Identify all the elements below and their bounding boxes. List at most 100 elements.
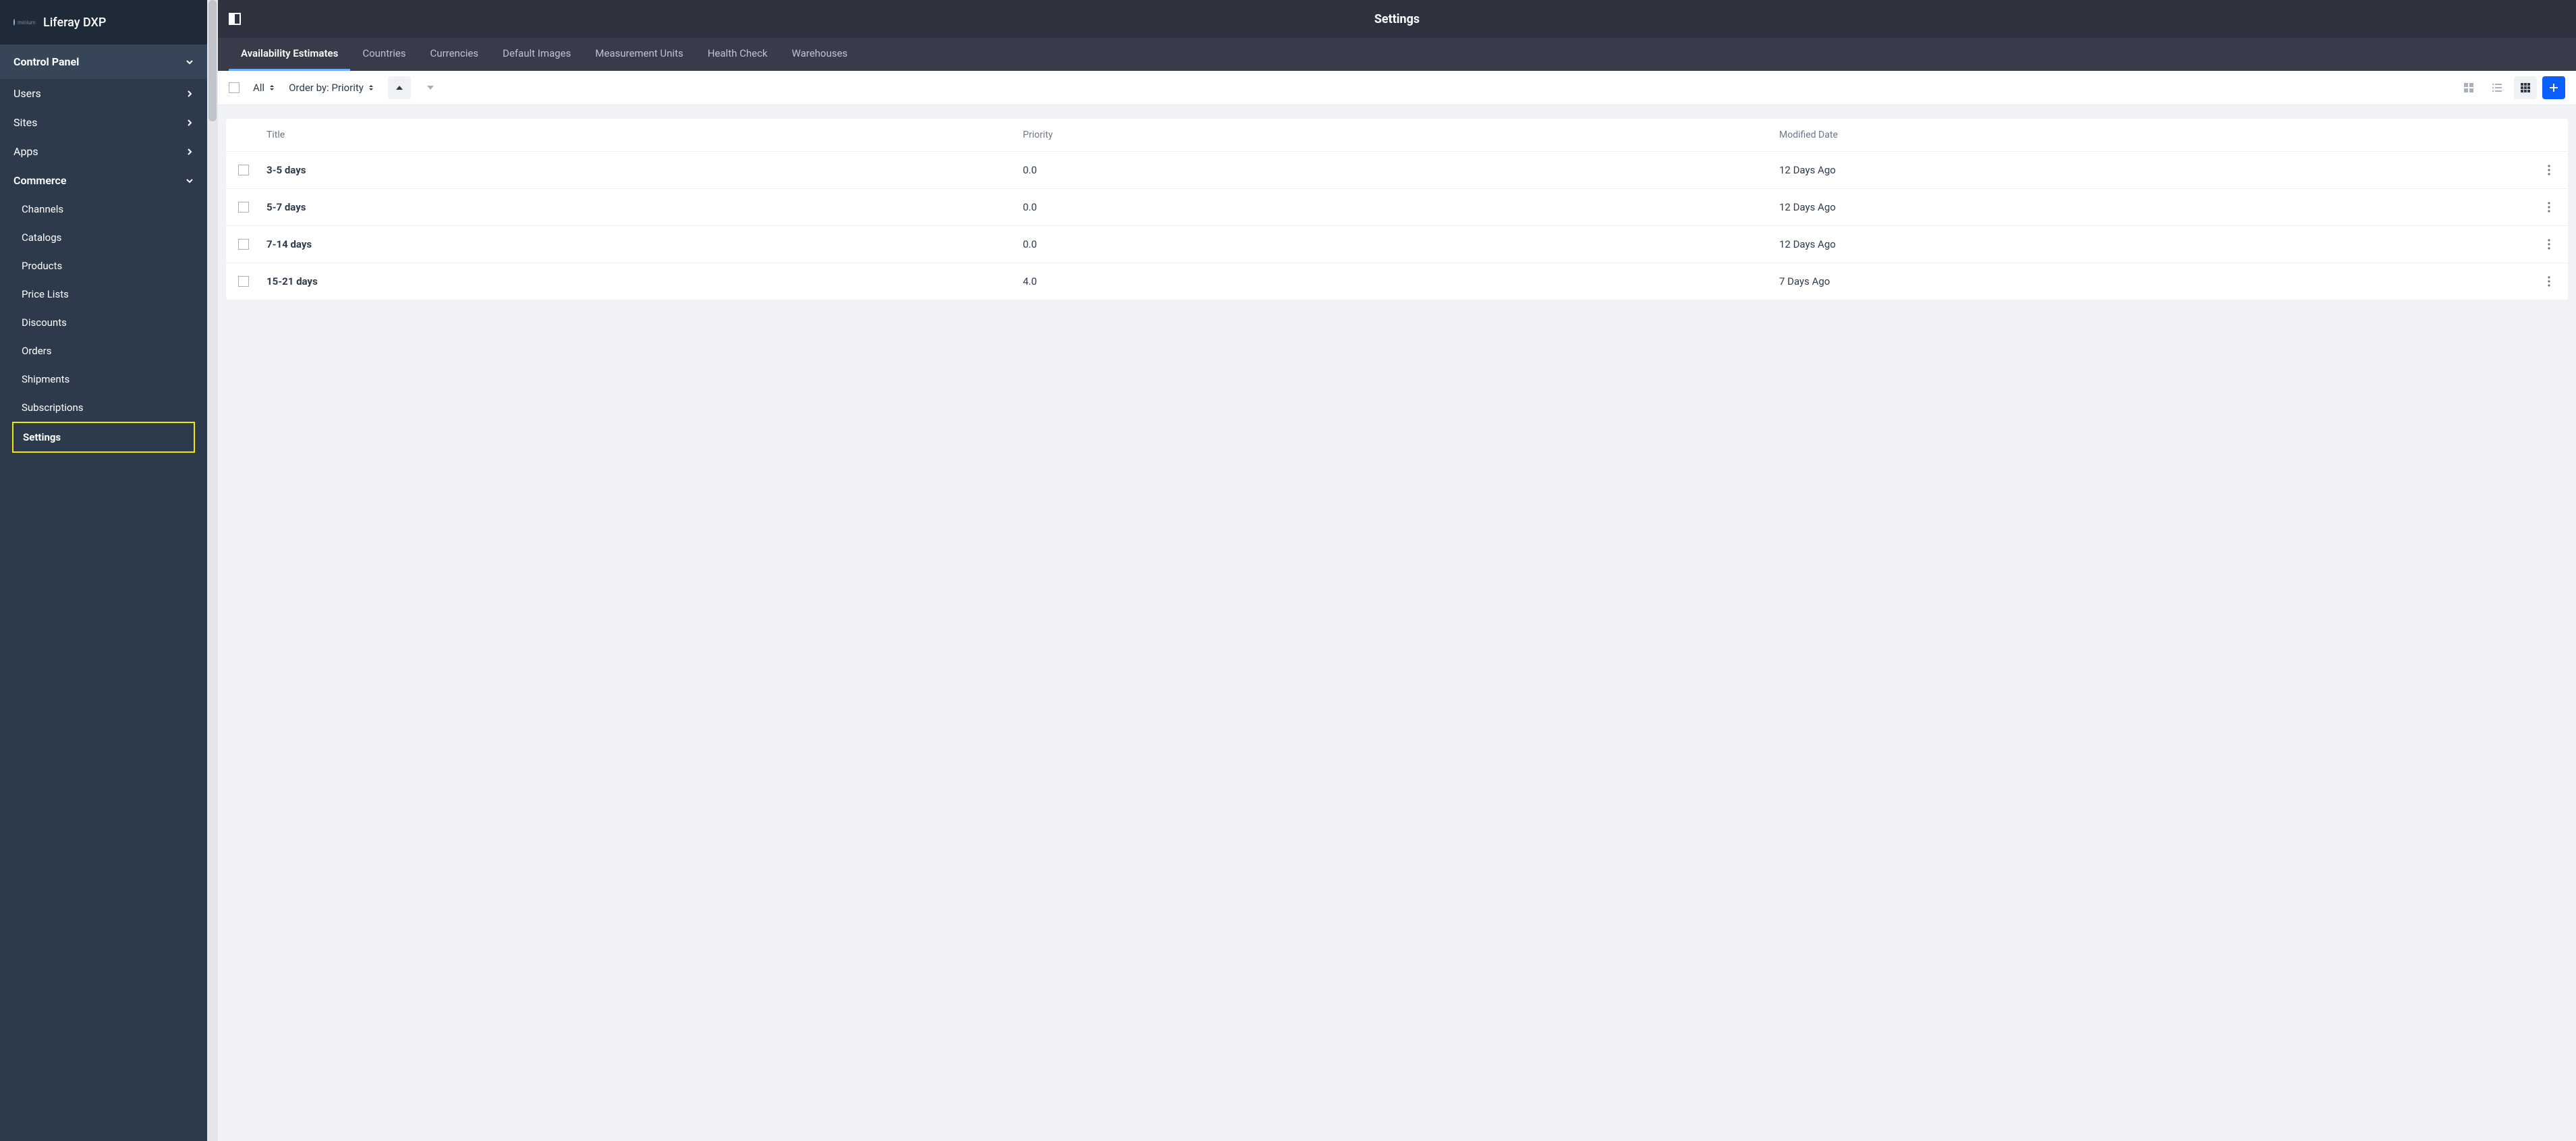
list-icon <box>2492 82 2502 93</box>
sidebar-heading-control-panel[interactable]: Control Panel <box>0 45 207 79</box>
sidebar-item-label: Users <box>13 87 41 100</box>
sidebar-item-discounts[interactable]: Discounts <box>0 308 207 337</box>
plus-icon <box>2548 82 2559 93</box>
kebab-icon <box>2548 165 2550 175</box>
chevron-right-icon <box>186 90 194 98</box>
chevron-right-icon <box>186 148 194 156</box>
caret-down-icon <box>426 84 435 91</box>
panel-toggle-icon[interactable] <box>229 13 241 25</box>
table-header: Title Priority Modified Date <box>226 119 2568 151</box>
sidebar-heading-label: Control Panel <box>13 55 79 68</box>
sidebar-item-label: Orders <box>22 345 52 357</box>
updown-caret-icon <box>269 84 275 91</box>
sidebar-item-price-lists[interactable]: Price Lists <box>0 280 207 308</box>
scrollbar-thumb[interactable] <box>208 0 217 121</box>
brand-title: Liferay DXP <box>43 16 106 30</box>
sort-descending-button[interactable] <box>419 76 442 99</box>
tab-warehouses[interactable]: Warehouses <box>780 38 860 71</box>
sidebar-item-label: Products <box>22 260 62 272</box>
sidebar-item-label: Shipments <box>22 373 69 385</box>
topbar: Settings <box>218 0 2576 38</box>
sidebar-item-label: Price Lists <box>22 288 69 300</box>
updown-caret-icon <box>368 84 374 91</box>
row-checkbox[interactable] <box>238 165 249 175</box>
sidebar-item-users[interactable]: Users <box>0 79 207 108</box>
data-table: Title Priority Modified Date 3-5 days 0.… <box>226 119 2568 300</box>
management-toolbar: All Order by: Priority <box>218 71 2576 105</box>
sidebar-item-catalogs[interactable]: Catalogs <box>0 223 207 252</box>
column-header-priority[interactable]: Priority <box>1017 130 1774 140</box>
sidebar-item-shipments[interactable]: Shipments <box>0 365 207 393</box>
table-row: 7-14 days 0.0 12 Days Ago <box>226 225 2568 262</box>
kebab-icon <box>2548 276 2550 287</box>
view-table-button[interactable] <box>2514 76 2537 99</box>
row-checkbox[interactable] <box>238 239 249 250</box>
cell-modified: 12 Days Ago <box>1774 238 2530 250</box>
sidebar: minium Liferay DXP Control Panel Users S… <box>0 0 207 1141</box>
page-title: Settings <box>1374 12 1420 26</box>
cell-priority: 0.0 <box>1017 164 1774 176</box>
row-actions-button[interactable] <box>2530 276 2568 287</box>
sort-ascending-button[interactable] <box>388 76 411 99</box>
order-by-dropdown[interactable]: Order by: Priority <box>289 82 374 94</box>
chevron-down-icon <box>186 58 194 66</box>
sidebar-item-label: Channels <box>22 203 63 215</box>
highlighted-nav-item: Settings <box>12 422 195 453</box>
filter-dropdown[interactable]: All <box>253 82 275 94</box>
sidebar-item-label: Sites <box>13 116 37 129</box>
chevron-right-icon <box>186 119 194 127</box>
sidebar-item-label: Settings <box>23 431 61 443</box>
select-all-checkbox[interactable] <box>229 82 240 93</box>
sidebar-scrollbar[interactable] <box>207 0 218 1141</box>
cell-priority: 0.0 <box>1017 201 1774 213</box>
tab-measurement-units[interactable]: Measurement Units <box>583 38 695 71</box>
sidebar-item-channels[interactable]: Channels <box>0 195 207 223</box>
cell-priority: 0.0 <box>1017 238 1774 250</box>
cell-modified: 12 Days Ago <box>1774 164 2530 176</box>
site-logo: minium <box>13 17 34 28</box>
cell-modified: 12 Days Ago <box>1774 201 2530 213</box>
tab-countries[interactable]: Countries <box>350 38 418 71</box>
row-actions-button[interactable] <box>2530 202 2568 213</box>
chevron-down-icon <box>186 177 194 185</box>
view-cards-button[interactable] <box>2457 76 2480 99</box>
table-icon <box>2520 82 2531 93</box>
tabbar: Availability Estimates Countries Currenc… <box>218 38 2576 71</box>
sidebar-item-apps[interactable]: Apps <box>0 137 207 166</box>
tab-default-images[interactable]: Default Images <box>491 38 583 71</box>
cell-title[interactable]: 15-21 days <box>261 275 1017 287</box>
sidebar-heading-label: Commerce <box>13 174 66 187</box>
sidebar-item-sites[interactable]: Sites <box>0 108 207 137</box>
table-row: 3-5 days 0.0 12 Days Ago <box>226 151 2568 188</box>
cell-modified: 7 Days Ago <box>1774 275 2530 287</box>
sidebar-item-label: Subscriptions <box>22 401 83 414</box>
cell-title[interactable]: 7-14 days <box>261 238 1017 250</box>
sidebar-item-products[interactable]: Products <box>0 252 207 280</box>
sidebar-item-subscriptions[interactable]: Subscriptions <box>0 393 207 422</box>
cell-title[interactable]: 5-7 days <box>261 201 1017 213</box>
add-button[interactable] <box>2542 76 2565 99</box>
tab-health-check[interactable]: Health Check <box>696 38 780 71</box>
column-header-title[interactable]: Title <box>261 130 1017 140</box>
sidebar-item-label: Catalogs <box>22 231 61 244</box>
sidebar-brand-bar: minium Liferay DXP <box>0 0 207 45</box>
row-actions-button[interactable] <box>2530 165 2568 175</box>
kebab-icon <box>2548 202 2550 213</box>
sidebar-heading-commerce[interactable]: Commerce <box>0 166 207 195</box>
column-header-modified[interactable]: Modified Date <box>1774 130 2530 140</box>
row-checkbox[interactable] <box>238 202 249 213</box>
sidebar-item-orders[interactable]: Orders <box>0 337 207 365</box>
view-list-button[interactable] <box>2486 76 2509 99</box>
row-actions-button[interactable] <box>2530 239 2568 250</box>
cell-title[interactable]: 3-5 days <box>261 164 1017 176</box>
caret-up-icon <box>395 84 403 91</box>
order-by-label: Order by: Priority <box>289 82 364 94</box>
table-row: 5-7 days 0.0 12 Days Ago <box>226 188 2568 225</box>
sidebar-item-label: Apps <box>13 145 38 158</box>
row-checkbox[interactable] <box>238 276 249 287</box>
tab-availability-estimates[interactable]: Availability Estimates <box>229 38 350 71</box>
sidebar-item-label: Discounts <box>22 316 67 329</box>
cards-icon <box>2463 82 2474 93</box>
sidebar-item-settings[interactable]: Settings <box>13 423 194 451</box>
tab-currencies[interactable]: Currencies <box>418 38 491 71</box>
